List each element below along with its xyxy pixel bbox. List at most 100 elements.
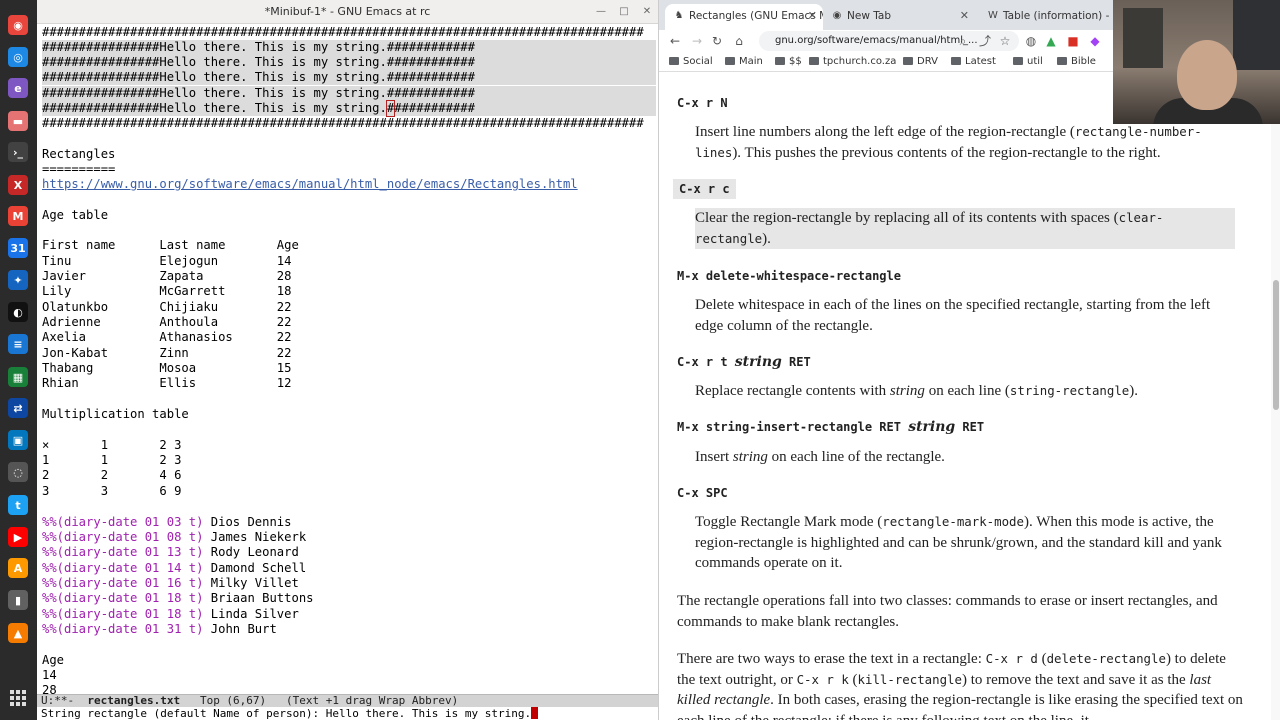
table-row: 1 1 2 3 [42,453,182,467]
maximize-icon[interactable]: □ [616,4,632,20]
scrollbar-thumb[interactable] [1273,280,1279,410]
bookmark-folder[interactable]: Main [725,55,763,69]
description: Replace rectangle contents with string o… [695,383,1139,399]
back-icon[interactable]: ← [667,33,683,49]
app-gray-icon[interactable]: ◌ [8,462,28,482]
gnu-icon: ♞ [674,10,684,21]
close-tab-icon[interactable]: ✕ [808,4,817,28]
key-binding: C-x r N [677,96,728,110]
webcam-overlay [1113,0,1280,124]
emacs-titlebar[interactable]: *Minibuf-1* - GNU Emacs at rc — □ ✕ [37,0,658,24]
description: Toggle Rectangle Mark mode (rectangle-ma… [695,514,1222,571]
usb-icon[interactable]: ▮ [8,590,28,610]
table-row: Axelia Athanasios 22 [42,330,292,344]
dock: ◉ ◎ e ▬ ›_ X M 31 ✦ ◐ ≡ ▦ ⇄ ▣ ◌ t ▶ A ▮ ▲ [0,0,37,720]
table-row: Olatunkbo Chijiaku 22 [42,300,292,314]
buffer-line: ################Hello there. This is my … [42,70,656,86]
chrome-icon[interactable]: ◉ [8,15,28,35]
key-binding: C-x SPC [677,486,728,500]
terminal-icon[interactable]: ›_ [8,142,28,162]
app-grid-icon[interactable] [10,690,26,706]
meet-icon[interactable]: ▣ [8,430,28,450]
bookmark-folder[interactable]: Bible [1057,55,1096,69]
tab-wikipedia[interactable]: W Table (information) - Wikipedia [979,4,1113,30]
bookmark-folder[interactable]: util [1013,55,1043,69]
browser-window: ♞ Rectangles (GNU Emacs Manual) ✕ ◉ New … [658,0,1280,720]
desktop: ◉ ◎ e ▬ ›_ X M 31 ✦ ◐ ≡ ▦ ⇄ ▣ ◌ t ▶ A ▮ ▲ *Minibuf-1* - GNU… [0,0,1280,720]
browser-icon[interactable]: ◎ [8,47,28,67]
paragraph: There are two ways to erase the text in … [677,651,1243,720]
table-row: 3 3 6 9 [42,484,182,498]
bookmark-folder[interactable]: $$ [775,55,802,69]
bookmark-folder[interactable]: DRV [903,55,938,69]
bookmark-folder[interactable]: tpchurch.co.za [809,55,896,69]
amazon-icon[interactable]: A [8,558,28,578]
share-icon[interactable]: ⤴ [977,33,993,49]
reload-icon[interactable]: ↻ [709,33,725,49]
github-icon[interactable]: ◐ [8,302,28,322]
table-row: Thabang Mosoa 15 [42,361,292,375]
minibuffer-input[interactable]: String rectangle (default Name of person… [37,707,658,720]
key-binding: M-x delete-whitespace-rectangle [677,269,901,283]
emacs-icon[interactable]: e [8,78,28,98]
diary-entry: %%(diary-date 01 03 t) Dios Dennis [42,515,292,529]
manual-content[interactable]: C-x r N Insert line numbers along the le… [659,72,1271,720]
emacs-buffer[interactable]: ########################################… [37,24,658,694]
vlc-icon[interactable]: ▲ [8,623,28,643]
section-heading: Rectangles [42,147,116,161]
mode-line[interactable]: U:**- rectangles.txt Top (6,67) (Text +1… [37,694,658,707]
bookmark-folder[interactable]: Latest [951,55,996,69]
section-heading: Age table [42,208,109,222]
extension-icon[interactable]: ◍ [1023,33,1039,49]
files-icon[interactable]: ▬ [8,111,28,131]
minimize-icon[interactable]: — [593,4,609,20]
diary-entry: %%(diary-date 01 18 t) Linda Silver [42,607,299,621]
background-shelf [1123,8,1163,68]
diary-entry: %%(diary-date 01 16 t) Milky Villet [42,576,299,590]
docs-icon[interactable]: ≡ [8,334,28,354]
description: Clear the region-rectangle by replacing … [695,208,1235,249]
description: Insert string on each line of the rectan… [695,449,945,465]
table-row: Tinu Elejogun 14 [42,254,292,268]
buffer-name: rectangles.txt [87,694,181,707]
background-shelf [1233,0,1280,70]
table-row: × 1 2 3 [42,438,182,452]
diary-entry: %%(diary-date 01 13 t) Rody Leonard [42,545,299,559]
chrome-icon: ◉ [832,10,842,21]
home-icon[interactable]: ⌂ [731,33,747,49]
close-tab-icon[interactable]: ✕ [960,4,969,28]
forward-icon[interactable]: → [689,33,705,49]
close-icon[interactable]: ✕ [639,4,655,20]
sheets-icon[interactable]: ▦ [8,367,28,387]
extension-purple-icon[interactable]: ◆ [1087,33,1103,49]
youtube-icon[interactable]: ▶ [8,527,28,547]
paragraph: The rectangle operations fall into two c… [677,593,1218,630]
app-blue-icon[interactable]: ✦ [8,270,28,290]
manual-link[interactable]: https://www.gnu.org/software/emacs/manua… [42,177,578,192]
x-app-icon[interactable]: X [8,175,28,195]
key-binding: C-x r c [673,179,736,199]
buffer-line: ################Hello there. This is my … [42,86,656,102]
extension-red-icon[interactable]: ■ [1065,33,1081,49]
tab-rectangles[interactable]: ♞ Rectangles (GNU Emacs Manual) ✕ [665,4,823,30]
table-row: Lily McGarrett 18 [42,284,292,298]
zoom-icon[interactable]: ⌕ [955,33,971,49]
drive-icon[interactable]: ▲ [1043,33,1059,49]
calendar-icon[interactable]: 31 [8,238,28,258]
buffer-line: 14 [42,668,57,682]
buffer-line: 28 [42,683,57,694]
table-row: Rhian Ellis 12 [42,376,292,390]
bookmark-folder[interactable]: Social [669,55,713,69]
diary-entry: %%(diary-date 01 14 t) Damond Schell [42,561,307,575]
table-header: First name Last name Age [42,238,299,252]
star-icon[interactable]: ☆ [997,33,1013,49]
remote-icon[interactable]: ⇄ [8,398,28,418]
tab-new-tab[interactable]: ◉ New Tab ✕ [823,4,975,30]
buffer-line: ########################################… [42,116,644,130]
text-cursor [531,707,539,719]
twitter-icon[interactable]: t [8,495,28,515]
wikipedia-icon: W [988,10,998,21]
gmail-icon[interactable]: M [8,206,28,226]
person-head [1177,40,1237,110]
buffer-line: ########################################… [42,25,644,39]
